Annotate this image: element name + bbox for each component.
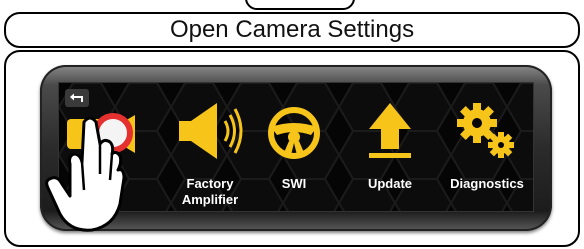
top-tab bbox=[245, 0, 355, 10]
menu-item-swi[interactable]: SWI bbox=[259, 83, 329, 211]
steering-wheel-icon bbox=[268, 107, 320, 159]
menu-item-update[interactable]: Update bbox=[355, 83, 425, 211]
menu-item-label: Amplifier bbox=[181, 192, 239, 207]
page-title: Open Camera Settings bbox=[169, 16, 415, 43]
menu-item-factory-amplifier[interactable]: Factory Amplifier bbox=[155, 83, 265, 211]
menu-item-label: Diagnostics bbox=[450, 176, 524, 191]
menu-item-label: SWI bbox=[281, 176, 307, 191]
gears-icon bbox=[457, 103, 514, 158]
menu-item-diagnostics[interactable]: Diagnostics bbox=[439, 83, 533, 211]
title-bar: Open Camera Settings bbox=[4, 12, 580, 48]
menu-item-label: Update bbox=[367, 176, 413, 191]
speaker-icon bbox=[179, 103, 243, 159]
menu-item-label: Factory bbox=[186, 176, 234, 191]
pointing-hand-icon bbox=[45, 116, 126, 232]
up-arrow-icon bbox=[369, 103, 411, 158]
